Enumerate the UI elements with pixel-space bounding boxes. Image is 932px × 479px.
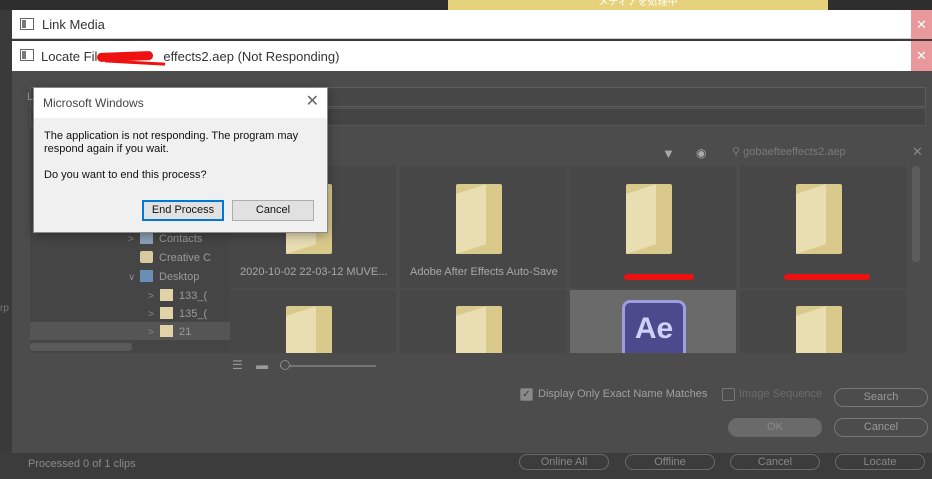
offline-button[interactable]: Offline bbox=[625, 454, 715, 470]
not-responding-dialog: Microsoft Windows ✕ The application is n… bbox=[33, 87, 328, 233]
end-process-button[interactable]: End Process bbox=[142, 200, 224, 221]
folder-icon bbox=[160, 325, 173, 337]
link-media-window-titlebar[interactable]: Link Media ✕ bbox=[12, 10, 932, 39]
online-all-button[interactable]: Online All bbox=[519, 454, 609, 470]
tree-item-label: Desktop bbox=[159, 271, 200, 283]
locate-button[interactable]: Locate bbox=[835, 454, 925, 470]
locate-file-close-icon[interactable]: ✕ bbox=[911, 41, 932, 71]
grid-vertical-scrollbar[interactable] bbox=[912, 166, 920, 262]
selected-row-highlight bbox=[30, 322, 230, 340]
tree-horizontal-scrollbar[interactable] bbox=[30, 343, 132, 351]
redaction-mark bbox=[97, 52, 163, 63]
redaction-mark bbox=[624, 274, 694, 280]
image-sequence-label: Image Sequence bbox=[739, 388, 823, 400]
title-suffix: effects2.aep (Not Responding) bbox=[163, 49, 340, 64]
zoom-slider-handle[interactable] bbox=[280, 360, 290, 370]
grid-item-folder[interactable] bbox=[230, 290, 398, 353]
folder-icon bbox=[160, 307, 173, 319]
exact-match-label: Display Only Exact Name Matches bbox=[538, 388, 708, 400]
tree-item-folder[interactable]: >135_( bbox=[148, 305, 207, 323]
creative-cloud-icon bbox=[140, 251, 153, 263]
dialog-message: The application is not responding. The p… bbox=[44, 130, 299, 155]
exact-match-checkbox[interactable]: ✓ bbox=[520, 388, 533, 401]
file-grid[interactable]: 2020-10-02 22-03-12 MUVE... Adobe After … bbox=[230, 166, 920, 353]
tree-item-folder[interactable]: >21 bbox=[148, 323, 191, 341]
eye-icon[interactable]: ◉ bbox=[696, 146, 706, 160]
zoom-slider[interactable] bbox=[280, 365, 376, 367]
grid-item-label: 2020-10-02 22-03-12 MUVE... bbox=[240, 266, 388, 278]
filter-icon[interactable]: ▼ bbox=[662, 146, 675, 161]
grid-item-folder[interactable] bbox=[740, 290, 908, 353]
chevron-right-icon[interactable]: > bbox=[148, 324, 160, 342]
grid-item-folder[interactable] bbox=[400, 290, 568, 353]
grid-item-ae-project[interactable]: Ae bbox=[570, 290, 738, 353]
background-edge-text: rp bbox=[0, 303, 9, 314]
list-view-icon[interactable]: ☰ bbox=[232, 358, 243, 372]
link-media-close-icon[interactable]: ✕ bbox=[911, 10, 932, 39]
window-icon bbox=[20, 49, 34, 61]
title-prefix: Locate Fil bbox=[41, 49, 98, 64]
tree-item-label: Contacts bbox=[159, 233, 203, 245]
background-cancel-button[interactable]: Cancel bbox=[730, 454, 820, 470]
folder-icon bbox=[796, 306, 842, 353]
tree-item-creative-cloud[interactable]: Creative C bbox=[128, 249, 211, 267]
dialog-cancel-button[interactable]: Cancel bbox=[232, 200, 314, 221]
grid-item-label: Adobe After Effects Auto-Save bbox=[410, 266, 558, 278]
view-toggle: ☰ ▬ bbox=[232, 358, 268, 372]
window-icon bbox=[20, 18, 34, 30]
image-sequence-checkbox[interactable] bbox=[722, 388, 735, 401]
folder-icon bbox=[796, 184, 842, 254]
search-icon: ⚲ bbox=[732, 146, 744, 158]
folder-icon bbox=[456, 184, 502, 254]
folder-icon bbox=[286, 306, 332, 353]
tree-item-label: 133_( bbox=[179, 290, 208, 302]
tree-item-label: Creative C bbox=[159, 252, 211, 264]
cancel-button[interactable]: Cancel bbox=[834, 418, 928, 437]
dialog-question: Do you want to end this process? bbox=[44, 169, 207, 181]
grid-header: ▼ ◉ ⚲ gobaefteeffects2.aep ✕ bbox=[230, 140, 926, 166]
dialog-close-icon[interactable]: ✕ bbox=[306, 91, 319, 111]
grid-item-folder[interactable] bbox=[740, 166, 908, 288]
chevron-down-icon[interactable]: ∨ bbox=[128, 269, 140, 287]
after-effects-icon: Ae bbox=[622, 300, 686, 353]
chevron-right-icon[interactable]: > bbox=[128, 231, 140, 249]
ok-button[interactable]: OK bbox=[728, 418, 822, 437]
tree-item-folder[interactable]: >133_( bbox=[148, 287, 207, 305]
background-status-text: Processed 0 of 1 clips bbox=[28, 458, 136, 470]
dialog-title: Microsoft Windows bbox=[43, 96, 144, 110]
folder-icon bbox=[456, 306, 502, 353]
tree-item-desktop[interactable]: ∨ Desktop bbox=[128, 268, 199, 286]
tree-item-label: 135_( bbox=[179, 308, 208, 320]
chevron-right-icon[interactable]: > bbox=[148, 306, 160, 324]
tree-item-label: 21 bbox=[179, 326, 192, 338]
dialog-body: The application is not responding. The p… bbox=[34, 118, 327, 232]
search-button[interactable]: Search bbox=[834, 388, 928, 407]
grid-item-folder[interactable] bbox=[570, 166, 738, 288]
clear-search-icon[interactable]: ✕ bbox=[912, 144, 923, 160]
file-search-input[interactable]: ⚲ gobaefteeffects2.aep bbox=[726, 142, 922, 162]
folder-icon bbox=[626, 184, 672, 254]
chevron-right-icon[interactable]: > bbox=[148, 288, 160, 306]
grid-item-folder[interactable]: Adobe After Effects Auto-Save bbox=[400, 166, 568, 288]
locate-file-title: Locate Fil effects2.aep (Not Responding) bbox=[41, 49, 339, 64]
locate-file-window-titlebar[interactable]: Locate Fil effects2.aep (Not Responding) … bbox=[12, 41, 932, 71]
desktop-icon bbox=[140, 270, 153, 282]
redaction-mark bbox=[784, 274, 870, 280]
icon-view-icon[interactable]: ▬ bbox=[256, 358, 268, 372]
search-text: gobaefteeffects2.aep bbox=[743, 146, 846, 158]
background-processing-banner: メディアを処理中 bbox=[448, 0, 828, 10]
link-media-title: Link Media bbox=[42, 17, 105, 32]
folder-icon bbox=[160, 289, 173, 301]
contacts-icon bbox=[140, 232, 153, 244]
